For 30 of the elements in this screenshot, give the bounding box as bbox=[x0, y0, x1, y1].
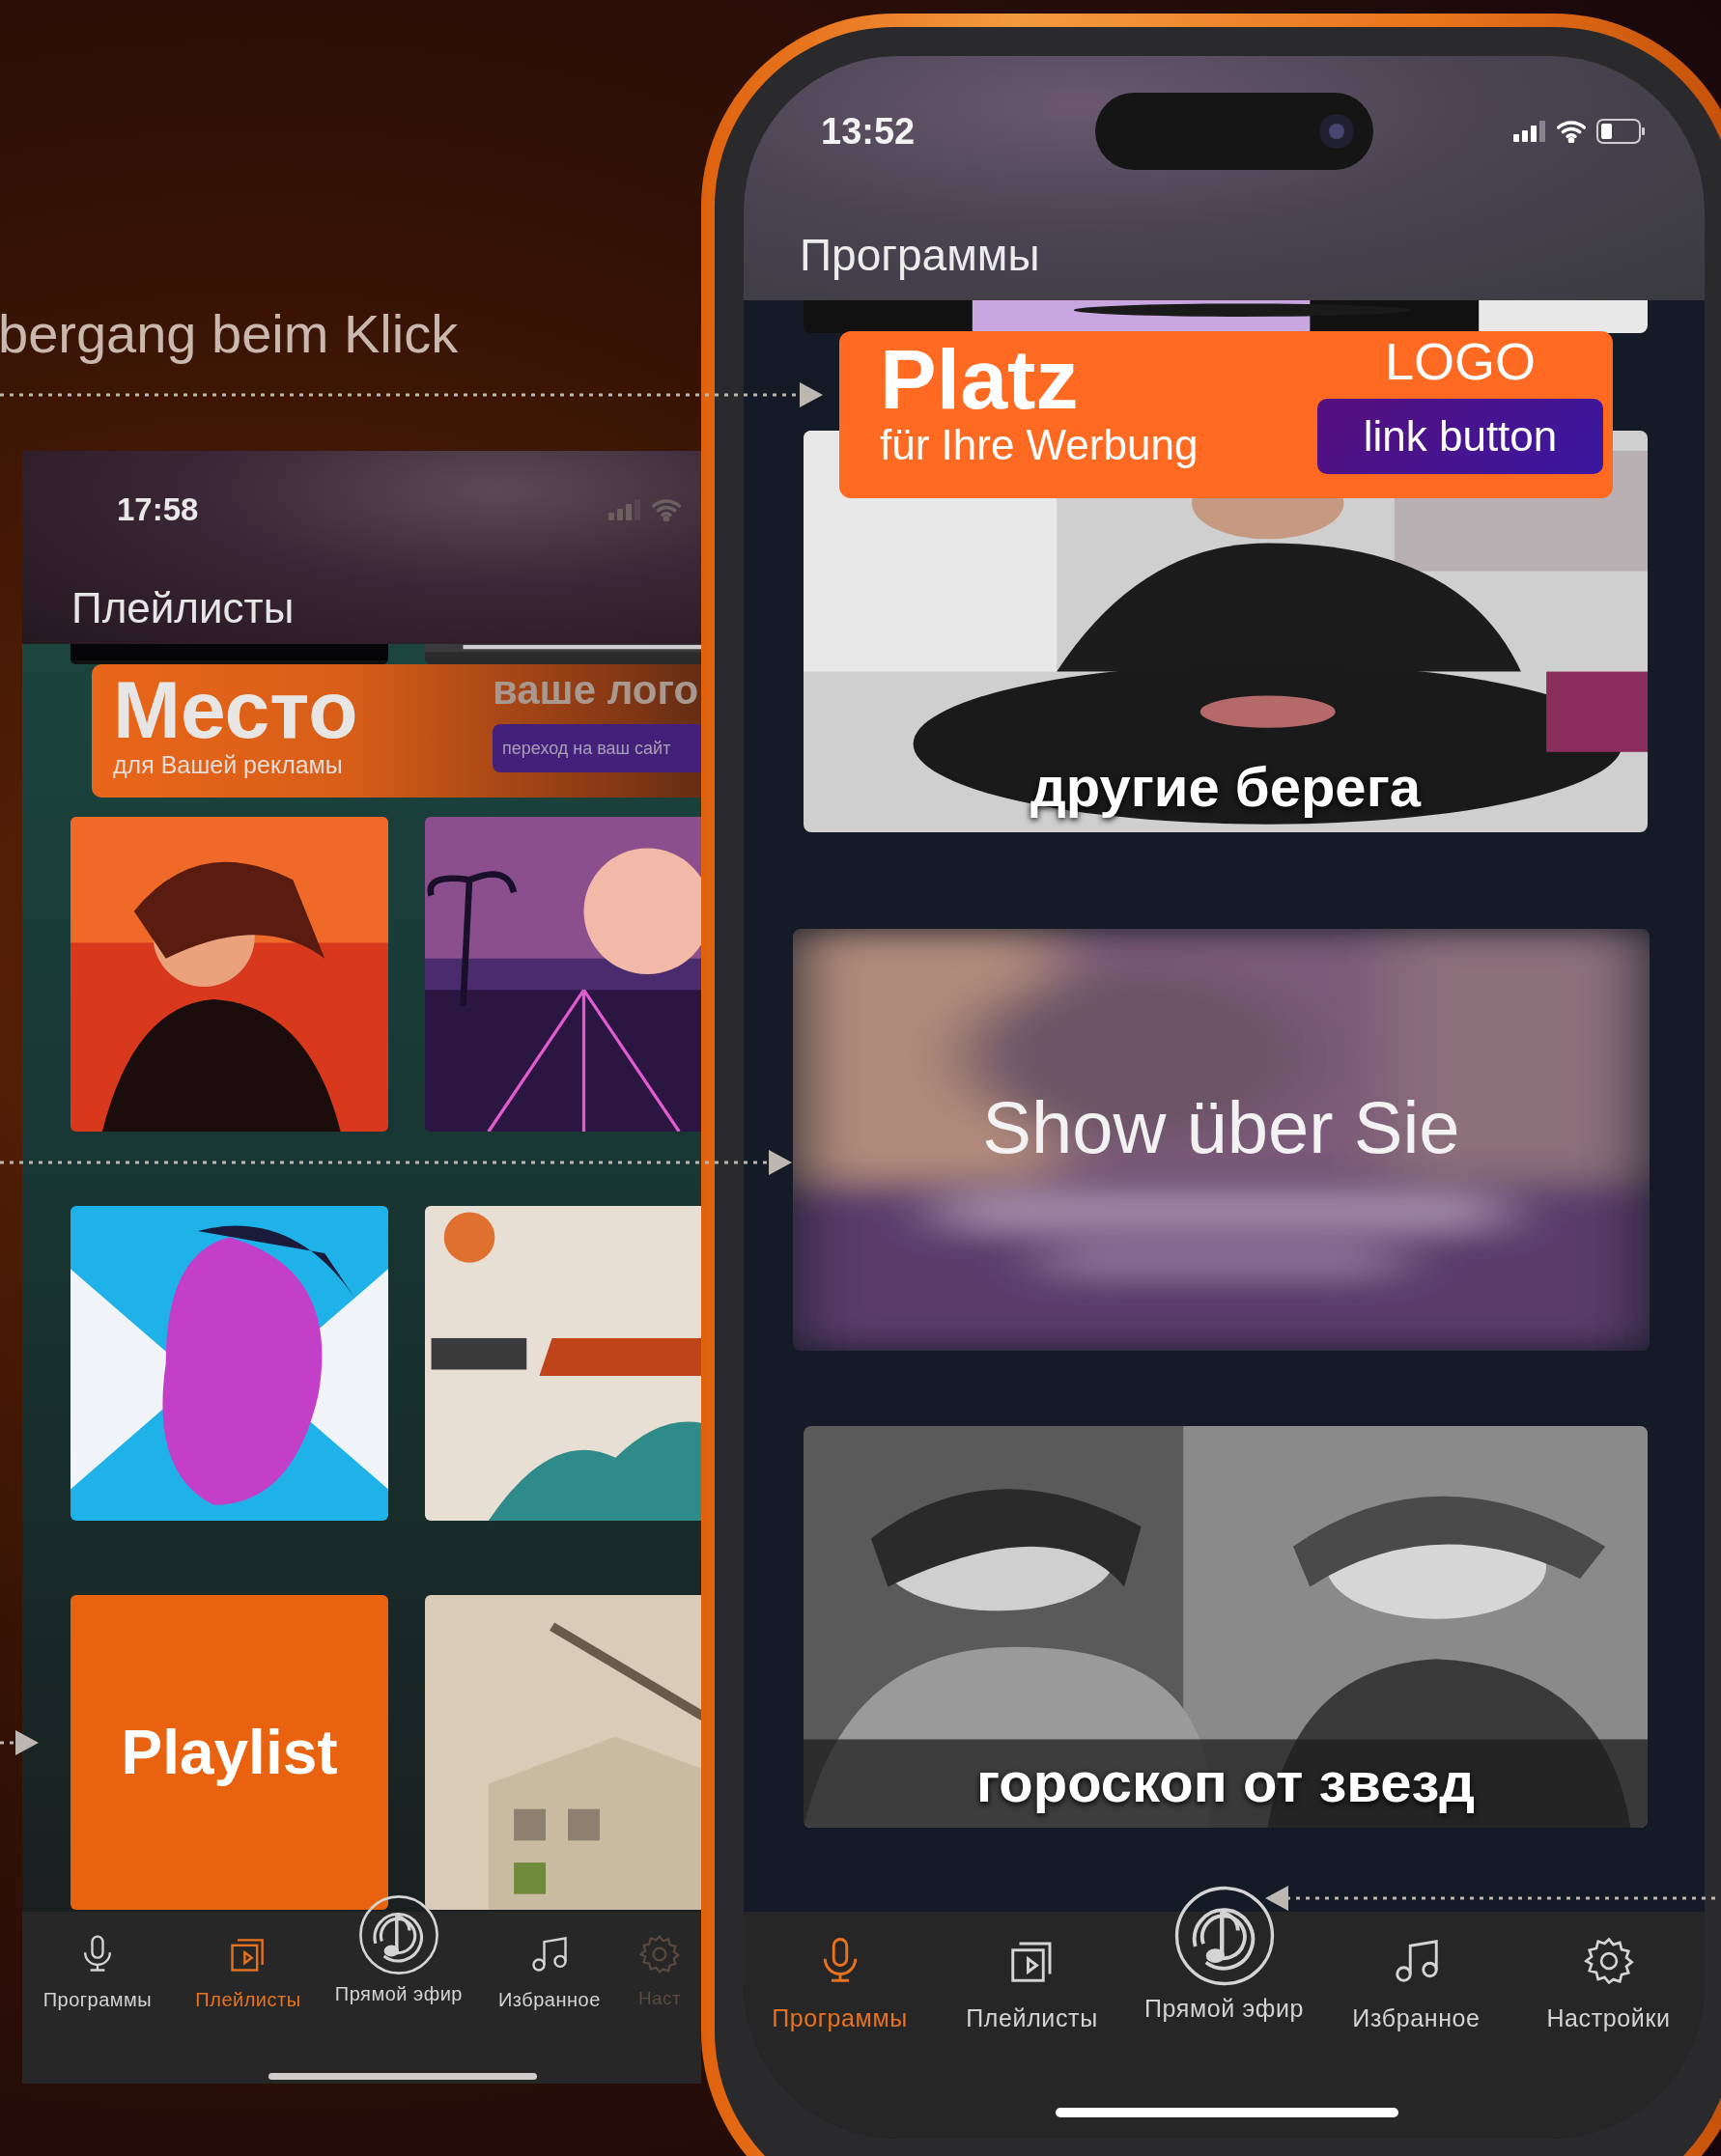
signal-icon bbox=[1513, 121, 1546, 142]
ad-logo: ваше лого bbox=[493, 670, 699, 711]
ad-subline: для Вашей рекламы bbox=[113, 753, 344, 777]
signal-icon bbox=[608, 498, 641, 520]
gear-icon bbox=[1582, 1935, 1635, 1987]
status-time: 17:58 bbox=[117, 490, 199, 529]
ad-link-button[interactable]: link button bbox=[1317, 399, 1603, 474]
screen-title: Плейлисты bbox=[71, 582, 296, 633]
ad-headline: Platz bbox=[880, 335, 1080, 424]
ad-headline: Место bbox=[113, 666, 358, 753]
ad-logo: LOGO bbox=[1384, 335, 1536, 387]
status-time: 13:52 bbox=[821, 109, 917, 154]
ad-link-button[interactable]: переход на ваш сайт bbox=[493, 724, 701, 772]
screen-title: Программы bbox=[799, 229, 1041, 282]
tab-item[interactable]: Настройки bbox=[1512, 1925, 1705, 2139]
wifi-icon bbox=[651, 497, 682, 521]
dotted-arrow bbox=[0, 1730, 39, 1755]
tab-item[interactable]: Программы bbox=[744, 1925, 936, 2139]
battery-icon bbox=[1596, 119, 1647, 144]
camera-icon bbox=[1316, 112, 1356, 151]
tab-item[interactable]: Прямой эфир bbox=[1128, 1883, 1320, 2139]
tab-item[interactable]: Избранное bbox=[1320, 1925, 1512, 2139]
card-title: Show über Sie bbox=[981, 1091, 1461, 1164]
tab-item[interactable]: Плейлисты bbox=[936, 1925, 1128, 2139]
tab-item[interactable]: Избранное bbox=[473, 1925, 625, 2084]
ad-subline: für Ihre Werbung bbox=[880, 424, 1199, 466]
wifi-icon bbox=[1556, 120, 1587, 143]
gear-icon bbox=[637, 1933, 681, 1975]
tab-item[interactable]: Плейлисты bbox=[172, 1925, 324, 2084]
tab-item[interactable]: Программы bbox=[22, 1925, 173, 2084]
